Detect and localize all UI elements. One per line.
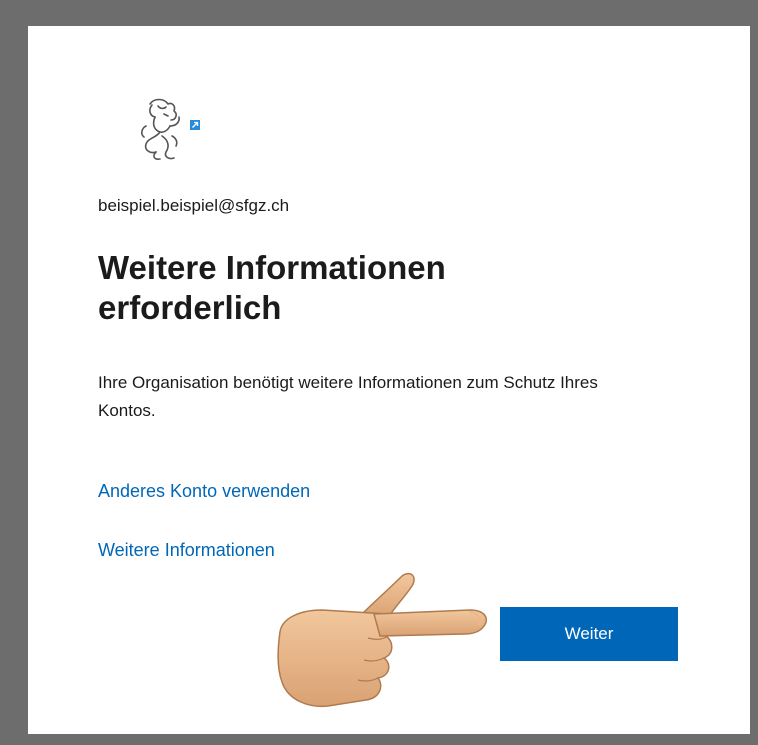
pointing-hand-icon bbox=[277, 572, 488, 708]
zurich-lion-logo-icon bbox=[141, 98, 180, 160]
description-text: Ihre Organisation benötigt weitere Infor… bbox=[98, 373, 598, 420]
account-email: beispiel.beispiel@sfgz.ch bbox=[98, 196, 290, 215]
page-title: Weitere Informationen erforderlich bbox=[98, 249, 446, 326]
next-button[interactable]: Weiter bbox=[500, 607, 678, 661]
use-another-account-link[interactable]: Anderes Konto verwenden bbox=[98, 481, 310, 502]
more-information-link[interactable]: Weitere Informationen bbox=[98, 540, 275, 561]
expand-arrow-icon bbox=[190, 120, 200, 130]
